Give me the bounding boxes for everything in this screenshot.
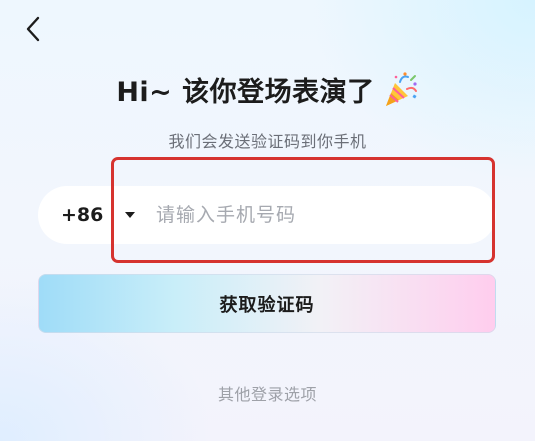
caret-down-icon <box>125 212 136 218</box>
country-code-selector[interactable]: +86 <box>38 186 142 244</box>
chevron-left-icon <box>26 16 40 42</box>
title-row: Hi~ 该你登场表演了 <box>0 70 535 109</box>
phone-number-input[interactable] <box>142 185 496 245</box>
page-subtitle: 我们会发送验证码到你手机 <box>168 132 367 151</box>
country-code-label: +86 <box>61 204 104 226</box>
back-button[interactable] <box>18 12 48 46</box>
get-verification-code-button[interactable]: 获取验证码 <box>38 274 496 333</box>
phone-input-row: +86 <box>38 185 496 245</box>
page-title: Hi~ 该你登场表演了 <box>116 77 375 108</box>
other-login-options-link[interactable]: 其他登录选项 <box>0 381 535 405</box>
party-popper-icon <box>385 71 417 106</box>
